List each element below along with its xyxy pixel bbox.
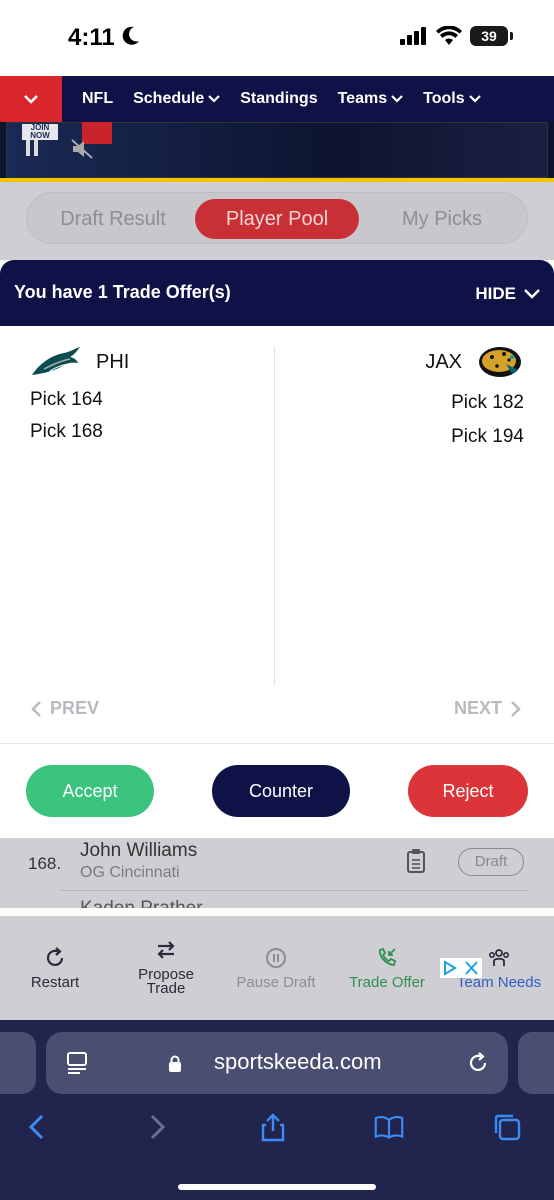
- previous-tab[interactable]: [0, 1032, 36, 1094]
- team-divider: [274, 346, 275, 686]
- bookmarks-icon[interactable]: [374, 1112, 404, 1142]
- trade-offer-body: PHI Pick 164 Pick 168 JAX Pick 182 Pick …: [0, 326, 554, 744]
- video-ad[interactable]: JOIN NOW: [0, 122, 554, 178]
- left-team: PHI Pick 164 Pick 168: [30, 346, 129, 448]
- clipboard-icon[interactable]: [406, 848, 426, 874]
- eagles-logo-icon: [32, 347, 80, 375]
- left-team-abbr: PHI: [96, 350, 130, 373]
- mute-icon[interactable]: [70, 138, 96, 160]
- tab-draft-result[interactable]: Draft Result: [35, 199, 191, 239]
- chevron-down-icon: [391, 95, 403, 103]
- chevron-left-icon: [31, 700, 41, 717]
- propose-trade-button[interactable]: Propose Trade: [126, 938, 206, 996]
- tab-player-pool[interactable]: Player Pool: [195, 199, 359, 239]
- nav-item-nfl[interactable]: NFL: [82, 90, 113, 108]
- wifi-icon: [436, 26, 462, 45]
- gap: [0, 908, 554, 916]
- back-icon[interactable]: [22, 1112, 52, 1142]
- restart-button[interactable]: Restart: [18, 946, 92, 990]
- right-team-picks: Pick 182 Pick 194: [425, 386, 524, 454]
- nav-item-schedule[interactable]: Schedule: [133, 90, 221, 108]
- signal-icon: [400, 27, 426, 45]
- counter-button[interactable]: Counter: [212, 765, 350, 817]
- reject-button[interactable]: Reject: [408, 765, 528, 817]
- next-tab[interactable]: [518, 1032, 554, 1094]
- prev-button[interactable]: PREV: [30, 698, 99, 719]
- player-position: OG Cincinnati: [80, 864, 180, 881]
- chevron-down-icon: [24, 95, 38, 104]
- status-bar: 4:11 39: [0, 0, 554, 76]
- draft-page-background: Draft Result Player Pool My Picks: [0, 182, 554, 260]
- player-list-row: 168. John Williams OG Cincinnati Draft K…: [0, 838, 554, 908]
- left-pick-item: Pick 168: [30, 421, 103, 442]
- tab-my-picks[interactable]: My Picks: [363, 199, 521, 239]
- next-button[interactable]: NEXT: [454, 698, 522, 719]
- row-divider: [60, 890, 528, 891]
- hide-button[interactable]: HIDE: [475, 284, 540, 304]
- site-nav: NFL Schedule Standings Teams Tools: [0, 76, 554, 122]
- tabs-icon[interactable]: [492, 1112, 522, 1142]
- pause-icon[interactable]: [24, 138, 40, 158]
- player-name: John Williams: [80, 840, 198, 861]
- nav-item-tools[interactable]: Tools: [423, 90, 481, 108]
- reload-icon[interactable]: [466, 1051, 490, 1075]
- pause-circle-icon: [266, 948, 286, 968]
- browser-toolbar: sportskeeda.com: [0, 1020, 554, 1200]
- status-indicators: 39: [400, 26, 513, 46]
- chevron-right-icon: [511, 700, 521, 717]
- url-text: sportskeeda.com: [214, 1049, 382, 1074]
- accept-button[interactable]: Accept: [26, 765, 154, 817]
- ad-choices-badge[interactable]: [440, 958, 482, 978]
- pick-number: 168.: [28, 854, 62, 873]
- share-icon[interactable]: [258, 1112, 288, 1142]
- right-pick-item: Pick 194: [451, 426, 524, 447]
- left-pick-item: Pick 164: [30, 389, 103, 410]
- forward-icon[interactable]: [142, 1112, 172, 1142]
- draft-toolbar: Restart Propose Trade Pause Draft Trade …: [0, 916, 554, 1020]
- trade-offer-title: You have 1 Trade Offer(s): [14, 282, 231, 302]
- home-indicator: [178, 1184, 376, 1190]
- restart-icon: [46, 947, 64, 967]
- right-team-abbr: JAX: [425, 350, 462, 373]
- jaguars-logo-icon: [479, 347, 521, 377]
- draft-button[interactable]: Draft: [458, 848, 524, 876]
- moon-icon: [122, 26, 139, 45]
- trade-offer-header: You have 1 Trade Offer(s) HIDE: [0, 260, 554, 326]
- view-tabs: Draft Result Player Pool My Picks: [26, 192, 528, 244]
- pause-draft-button[interactable]: Pause Draft: [226, 946, 326, 990]
- address-bar[interactable]: sportskeeda.com: [46, 1032, 508, 1094]
- next-player-name: Kaden Prather: [80, 898, 203, 908]
- ad-choices-icon: [444, 960, 457, 976]
- chevron-down-icon: [468, 95, 481, 103]
- chevron-down-icon: [208, 95, 221, 103]
- reader-icon[interactable]: [66, 1051, 88, 1075]
- phone-incoming-icon: [379, 947, 397, 966]
- trade-offer-button[interactable]: Trade Offer: [340, 946, 434, 990]
- team-icon: [488, 949, 509, 966]
- right-team: JAX Pick 182 Pick 194: [425, 346, 524, 454]
- nav-item-standings[interactable]: Standings: [240, 90, 317, 108]
- chevron-down-icon: [524, 289, 540, 299]
- close-icon[interactable]: [461, 958, 482, 978]
- lock-icon: [169, 1055, 181, 1072]
- menu-toggle[interactable]: [0, 76, 62, 122]
- swap-icon: [157, 941, 175, 959]
- battery-icon: 39: [470, 26, 513, 46]
- right-pick-item: Pick 182: [451, 392, 524, 413]
- nav-item-teams[interactable]: Teams: [338, 90, 404, 108]
- left-team-picks: Pick 164 Pick 168: [30, 384, 129, 448]
- status-time: 4:11: [68, 24, 115, 51]
- trade-actions: Accept Counter Reject: [0, 744, 554, 838]
